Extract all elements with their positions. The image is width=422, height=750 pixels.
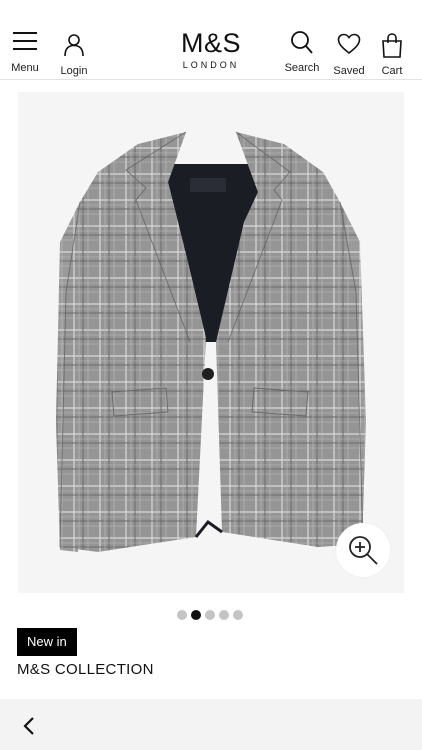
bottom-bar [0, 699, 422, 750]
logo-wordmark: M&S [180, 28, 241, 58]
zoom-in-icon [349, 536, 378, 565]
zoom-button[interactable] [336, 523, 390, 577]
search-icon [280, 30, 324, 60]
search-button[interactable]: Search [280, 30, 324, 74]
carousel-dots [177, 610, 243, 620]
new-in-badge: New in [17, 628, 77, 656]
carousel-dot[interactable] [219, 610, 229, 620]
user-icon [52, 33, 96, 63]
login-label: Login [60, 65, 88, 77]
product-image[interactable] [18, 92, 404, 593]
search-label: Search [284, 62, 320, 74]
saved-label: Saved [333, 65, 365, 77]
product-brand[interactable]: M&S COLLECTION [17, 661, 154, 678]
heart-icon [327, 33, 371, 63]
carousel-dot-active[interactable] [191, 610, 201, 620]
ms-logo[interactable]: M&S LONDON [161, 28, 261, 70]
menu-label: Menu [11, 62, 39, 74]
cart-label: Cart [381, 65, 403, 77]
login-button[interactable]: Login [52, 33, 96, 77]
logo-subtitle: LONDON [182, 60, 240, 70]
saved-button[interactable]: Saved [327, 33, 371, 77]
menu-button[interactable]: Menu [3, 30, 47, 74]
carousel-dot[interactable] [177, 610, 187, 620]
jacket-photo [56, 131, 366, 552]
shopping-bag-icon [370, 33, 414, 63]
back-button[interactable] [16, 713, 42, 739]
cart-button[interactable]: Cart [370, 33, 414, 77]
chevron-left-icon [23, 717, 34, 735]
carousel-dot[interactable] [205, 610, 215, 620]
hamburger-icon [3, 30, 47, 60]
carousel-dot[interactable] [233, 610, 243, 620]
site-header: Menu Login M&S LONDON Search Saved Cart [0, 0, 422, 80]
